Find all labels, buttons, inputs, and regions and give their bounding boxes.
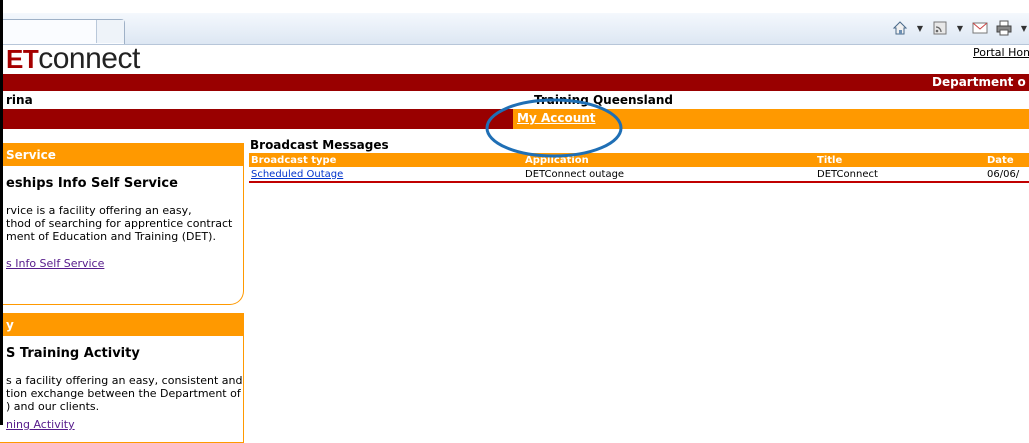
broadcast-table: Broadcast type Application Title Date Sc…	[249, 153, 1029, 183]
column-header: Date	[985, 153, 1029, 167]
feeds-icon[interactable]	[931, 19, 949, 37]
panel-description: s a facility offering an easy, consisten…	[6, 374, 243, 413]
panel-title: eships Info Self Service	[6, 176, 178, 191]
tab-my-account[interactable]: My Account	[517, 111, 596, 125]
panel-description: rvice is a facility offering an easy, th…	[6, 204, 233, 243]
nav-bar-left	[0, 109, 513, 129]
table-cell: 06/06/	[985, 167, 1029, 183]
column-header: Broadcast type	[249, 153, 523, 167]
print-icon[interactable]	[995, 19, 1013, 37]
mail-icon[interactable]	[971, 19, 989, 37]
info-self-service-link[interactable]: s Info Self Service	[6, 257, 104, 270]
column-header: Application	[523, 153, 815, 167]
feeds-dropdown-icon[interactable]: ▼	[955, 24, 965, 33]
home-dropdown-icon[interactable]: ▼	[915, 24, 925, 33]
table-header-row: Broadcast type Application Title Date	[249, 153, 1029, 167]
region-name: Training Queensland	[534, 93, 674, 107]
table-row: Scheduled Outage DETConnect outage DETCo…	[249, 167, 1029, 183]
command-bar: ▼ ▼ ▼	[891, 19, 1029, 37]
table-cell: DETConnect outage	[523, 167, 815, 183]
info-self-service-panel: Service eships Info Self Service rvice i…	[0, 143, 244, 305]
panel-title: S Training Activity	[6, 346, 140, 361]
new-tab-button[interactable]	[96, 20, 124, 43]
detconnect-logo: ETconnect	[6, 42, 140, 75]
broadcast-messages-title: Broadcast Messages	[250, 138, 389, 152]
broadcast-type-link[interactable]: Scheduled Outage	[249, 167, 523, 183]
panel-header: y	[0, 314, 243, 336]
table-cell: DETConnect	[815, 167, 985, 183]
browser-toolbar: ▼ ▼ ▼	[0, 13, 1029, 45]
header-band	[0, 74, 1029, 91]
browser-tab[interactable]	[0, 19, 125, 44]
portal-home-link[interactable]: Portal Home	[973, 46, 1029, 59]
department-label: Department o	[932, 75, 1026, 89]
home-icon[interactable]	[891, 19, 909, 37]
column-header: Title	[815, 153, 985, 167]
print-dropdown-icon[interactable]: ▼	[1019, 24, 1029, 33]
user-name: rina	[6, 93, 33, 107]
training-activity-panel: y S Training Activity s a facility offer…	[0, 313, 244, 443]
panel-header: Service	[0, 144, 243, 166]
